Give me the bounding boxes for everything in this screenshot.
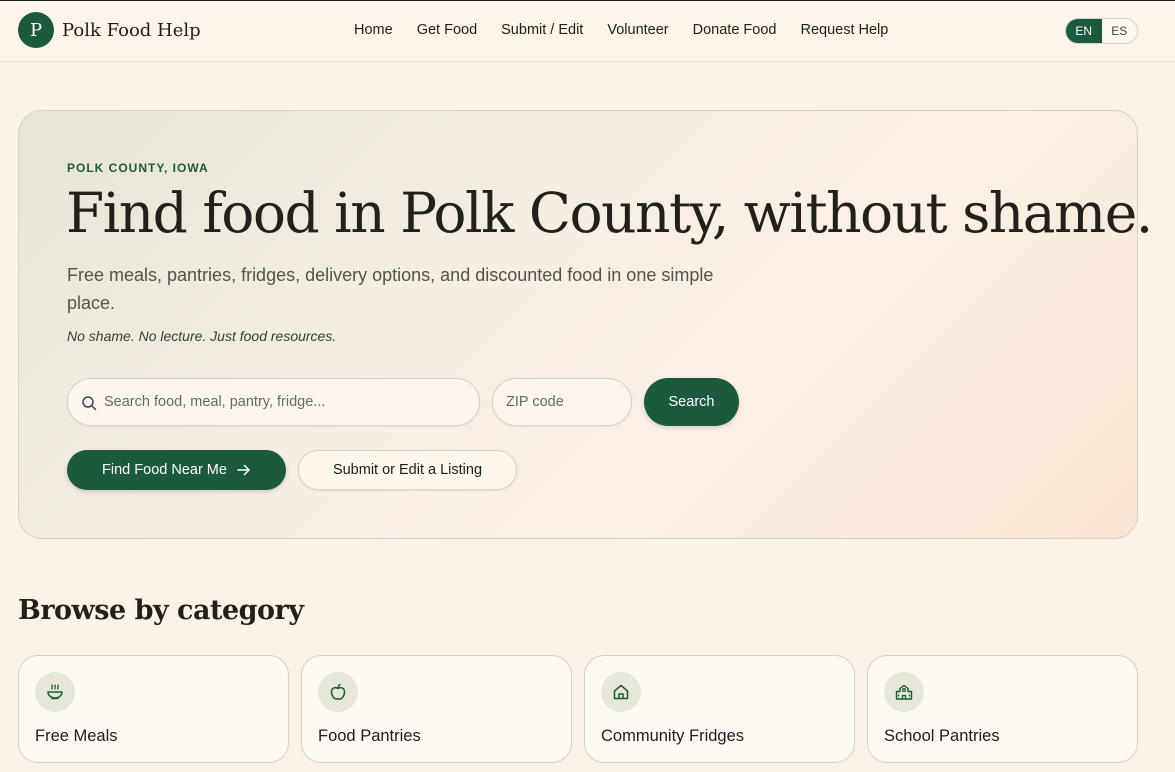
category-card-free-meals[interactable]: Free Meals bbox=[18, 655, 289, 763]
bowl-icon bbox=[47, 684, 63, 700]
arrow-right-icon bbox=[237, 464, 250, 476]
category-label: Community Fridges bbox=[601, 727, 745, 745]
zip-input[interactable] bbox=[506, 379, 621, 425]
lang-es-button[interactable]: ES bbox=[1102, 19, 1138, 43]
main-nav: Home Get Food Submit / Edit Volunteer Do… bbox=[354, 22, 888, 38]
hero-title: Find food in Polk County, without shame. bbox=[66, 181, 1153, 245]
category-label: Free Meals bbox=[35, 727, 118, 745]
zip-field bbox=[492, 378, 632, 426]
submit-listing-button[interactable]: Submit or Edit a Listing bbox=[298, 450, 517, 490]
category-icon-wrap bbox=[35, 672, 75, 712]
category-icon-wrap bbox=[601, 672, 641, 712]
search-box bbox=[67, 378, 480, 426]
home-icon bbox=[613, 684, 629, 700]
submit-listing-label: Submit or Edit a Listing bbox=[332, 462, 483, 478]
school-icon bbox=[895, 684, 913, 700]
search-input[interactable] bbox=[104, 379, 464, 425]
site-name[interactable]: Polk Food Help bbox=[62, 20, 201, 41]
nav-request-help[interactable]: Request Help bbox=[800, 22, 888, 38]
category-card-school-pantries[interactable]: School Pantries bbox=[867, 655, 1138, 763]
hero-lede: Free meals, pantries, fridges, delivery … bbox=[67, 265, 714, 313]
nav-volunteer[interactable]: Volunteer bbox=[607, 22, 668, 38]
nav-get-food[interactable]: Get Food bbox=[417, 22, 477, 38]
category-icon-wrap bbox=[884, 672, 924, 712]
site-header: P Polk Food Help Home Get Food Submit / … bbox=[0, 1, 1175, 62]
find-food-label: Find Food Near Me bbox=[102, 462, 227, 478]
category-label: School Pantries bbox=[884, 727, 1000, 745]
language-toggle: EN ES bbox=[1065, 18, 1138, 44]
hero-panel: POLK COUNTY, IOWA Find food in Polk Coun… bbox=[18, 110, 1153, 539]
category-label: Food Pantries bbox=[318, 727, 421, 745]
category-card-community-fridges[interactable]: Community Fridges bbox=[584, 655, 855, 763]
search-icon bbox=[82, 396, 97, 411]
nav-donate-food[interactable]: Donate Food bbox=[693, 22, 777, 38]
categories-title: Browse by category bbox=[18, 595, 304, 626]
nav-submit-edit[interactable]: Submit / Edit bbox=[501, 22, 583, 38]
search-button[interactable]: Search bbox=[644, 378, 739, 426]
lang-en-button[interactable]: EN bbox=[1066, 19, 1102, 43]
hero-tagline: No shame. No lecture. Just food resource… bbox=[67, 328, 337, 344]
search-button-label: Search bbox=[668, 394, 715, 410]
nav-home[interactable]: Home bbox=[354, 22, 393, 38]
apple-icon bbox=[330, 683, 346, 700]
hero-eyebrow: POLK COUNTY, IOWA bbox=[67, 161, 209, 175]
category-card-food-pantries[interactable]: Food Pantries bbox=[301, 655, 572, 763]
find-food-near-me-button[interactable]: Find Food Near Me bbox=[67, 450, 286, 490]
logo-mark[interactable]: P bbox=[18, 12, 54, 48]
category-icon-wrap bbox=[318, 672, 358, 712]
